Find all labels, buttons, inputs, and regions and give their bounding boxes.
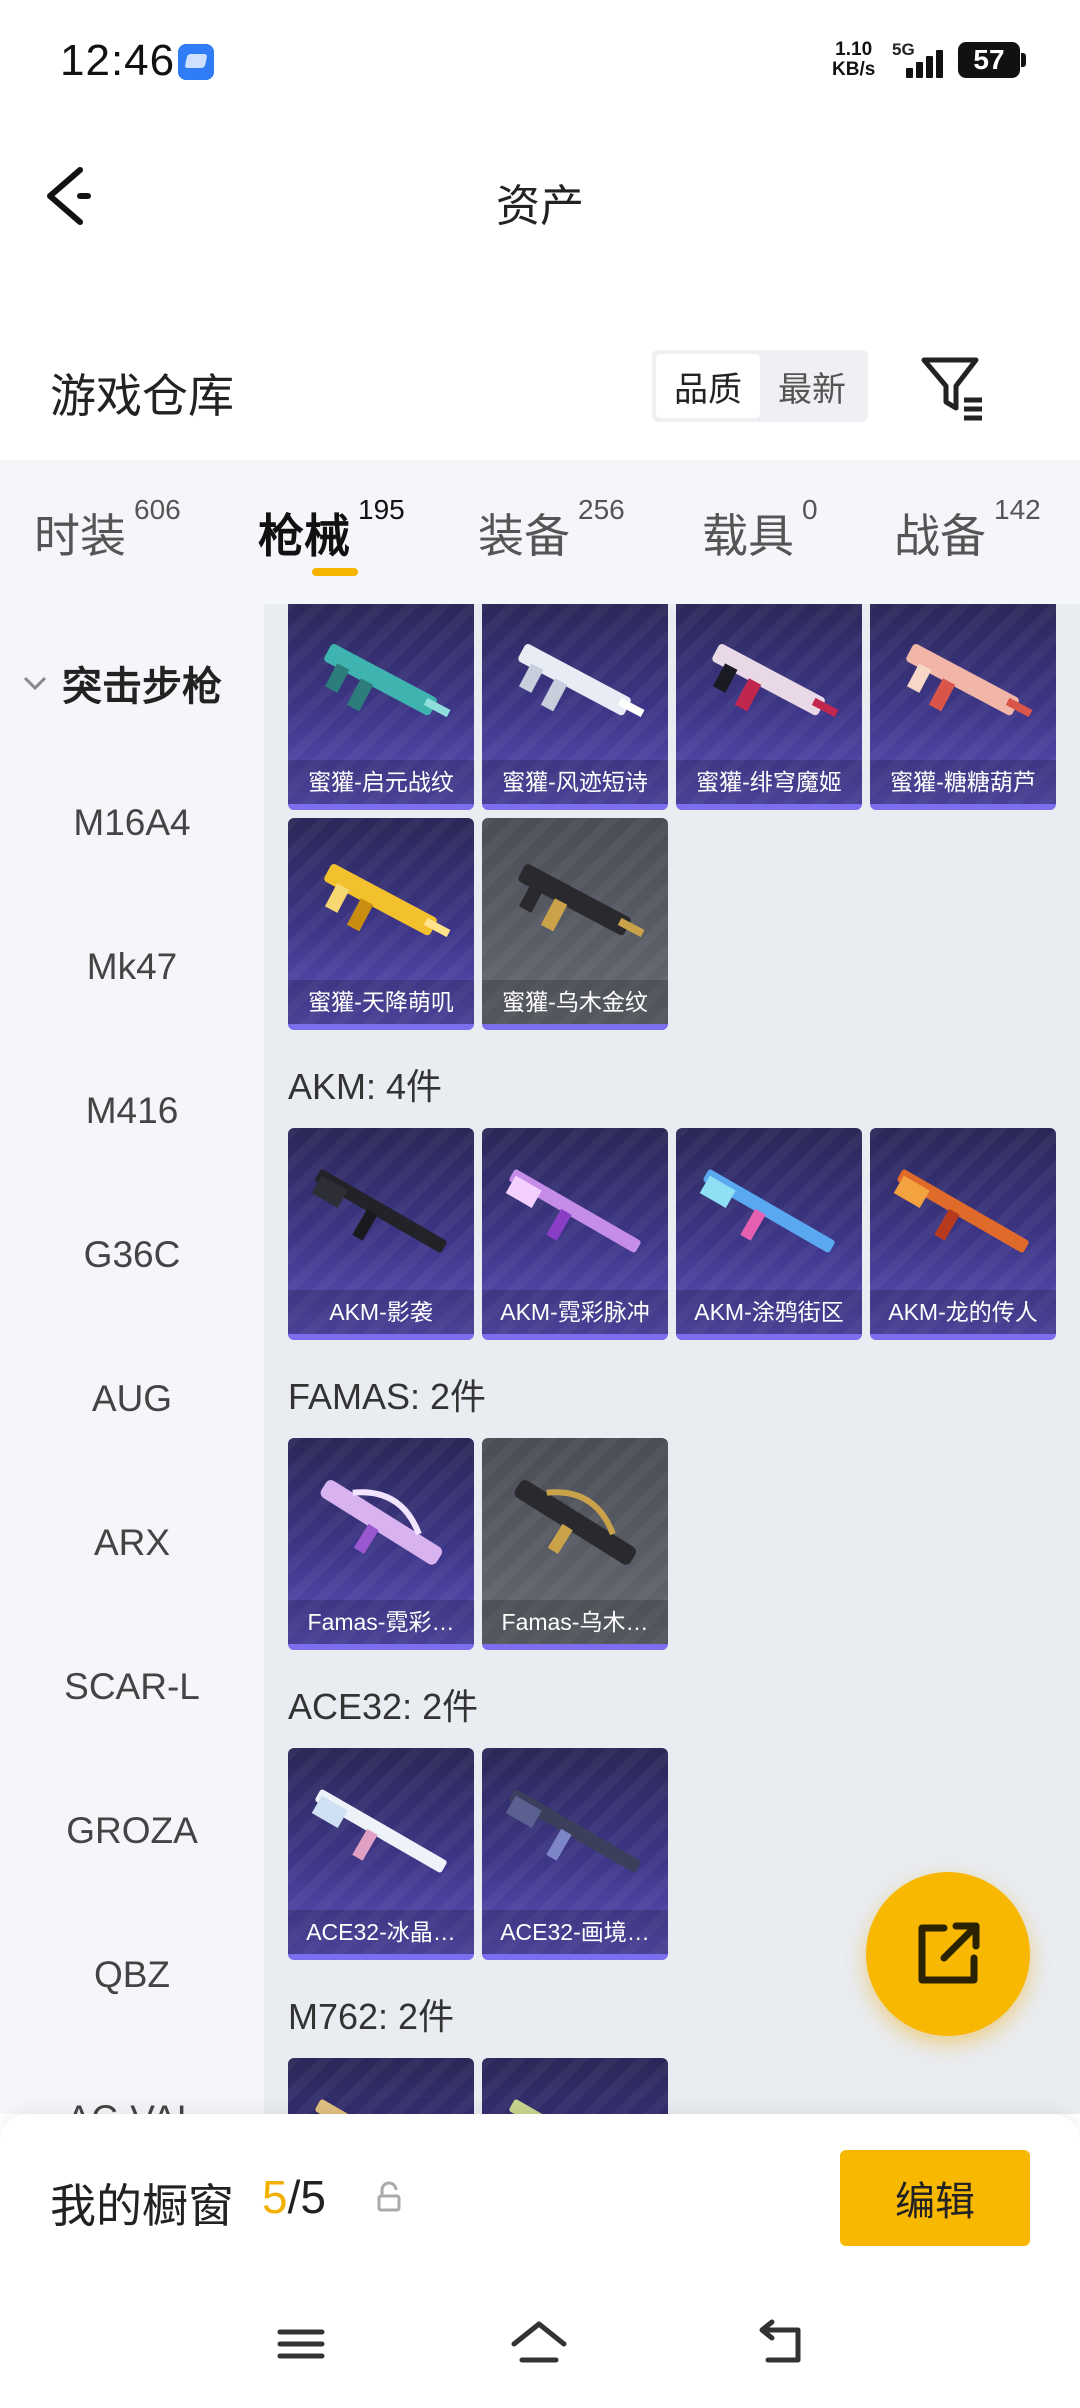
sidebar-item-arx[interactable]: ARX: [0, 1522, 264, 1564]
weapon-card[interactable]: 蜜獾-天降萌叽: [288, 818, 474, 1030]
showcase-bar: 我的橱窗 5/5 编辑: [0, 2114, 1080, 2284]
weapon-card[interactable]: Famas-乌木…: [482, 1438, 668, 1650]
rifle-icon: [514, 1480, 637, 1565]
sidebar-item-ac-val[interactable]: AC-VAL: [0, 2098, 264, 2114]
rifle-icon: [699, 1169, 835, 1253]
rifle-icon: [320, 1480, 443, 1565]
group-label-akm: AKM: 4件: [288, 1066, 443, 1107]
rifle-icon: [315, 2099, 447, 2114]
sort-toggle: 品质 最新: [652, 350, 868, 422]
rifle-icon: [712, 644, 839, 718]
rifle-icon: [509, 2099, 641, 2114]
weapon-card[interactable]: ACE32-冰晶…: [288, 1748, 474, 1960]
sidebar-item-m16a4[interactable]: M16A4: [0, 802, 264, 844]
sidebar-item-g36c[interactable]: G36C: [0, 1234, 264, 1276]
notification-app-icon: [178, 44, 214, 80]
weapon-card[interactable]: 蜜獾-乌木金纹: [482, 818, 668, 1030]
weapon-sidebar: 突击步枪 M16A4 Mk47 M416 G36C AUG ARX SCAR-L…: [0, 604, 264, 2114]
back-icon: [759, 2319, 801, 2363]
weapon-card[interactable]: ACE32-画境…: [482, 1748, 668, 1960]
rifle-icon: [505, 1169, 641, 1253]
weapon-card[interactable]: AKM-龙的传人: [870, 1128, 1056, 1340]
filter-button[interactable]: [918, 352, 988, 422]
home-icon: [511, 2321, 567, 2363]
weapon-card[interactable]: 蜜獾-糖糖葫芦: [870, 604, 1056, 810]
category-tab-bar: 时装606 枪械195 装备256 载具0 战备142: [0, 460, 1080, 604]
weapon-card[interactable]: AKM-霓彩脉冲: [482, 1128, 668, 1340]
rifle-icon: [505, 1789, 641, 1873]
status-bar: 12:46 1.10 KB/s 5G 57: [0, 0, 1080, 120]
sidebar-item-qbz[interactable]: QBZ: [0, 1954, 264, 1996]
weapon-card[interactable]: AKM-影袭: [288, 1128, 474, 1340]
warehouse-title: 游戏仓库: [50, 370, 234, 422]
battery-icon: 57: [958, 42, 1026, 78]
sidebar-item-m416[interactable]: M416: [0, 1090, 264, 1132]
tab-equipment[interactable]: 装备256: [478, 494, 625, 566]
lock-icon: [377, 2181, 401, 2212]
active-tab-indicator: [312, 568, 358, 576]
weapon-card[interactable]: AKM-涂鸦街区: [676, 1128, 862, 1340]
sidebar-item-scar-l[interactable]: SCAR-L: [0, 1666, 264, 1708]
share-icon: [918, 1922, 980, 1984]
sidebar-item-aug[interactable]: AUG: [0, 1378, 264, 1420]
showcase-label: 我的橱窗: [50, 2180, 234, 2232]
menu-icon: [277, 2329, 325, 2359]
edit-button[interactable]: 编辑: [840, 2150, 1030, 2246]
sidebar-item-mk47[interactable]: Mk47: [0, 946, 264, 988]
system-nav-bar: [0, 2284, 1080, 2408]
group-label-famas: FAMAS: 2件: [288, 1376, 487, 1417]
signal-icon: 5G: [892, 40, 946, 80]
status-time: 12:46: [60, 36, 176, 85]
tab-vehicles[interactable]: 载具0: [702, 494, 818, 566]
page-title: 资产: [496, 182, 584, 231]
sidebar-category-assault-rifles[interactable]: 突击步枪: [20, 654, 222, 712]
rifle-icon: [906, 644, 1033, 718]
filter-icon: [921, 357, 982, 421]
nav-back-button[interactable]: [744, 2314, 814, 2374]
rifle-icon: [311, 1169, 447, 1253]
rifle-icon: [893, 1169, 1029, 1253]
network-speed: 1.10 KB/s: [832, 39, 876, 80]
weapon-card[interactable]: [288, 2058, 474, 2114]
tab-gear[interactable]: 战备142: [894, 494, 1041, 566]
group-label-ace32: ACE32: 2件: [288, 1686, 479, 1727]
rifle-icon: [324, 864, 451, 938]
tab-outfits[interactable]: 时装606: [34, 494, 181, 566]
weapon-card[interactable]: 蜜獾-启元战纹: [288, 604, 474, 810]
weapon-card[interactable]: Famas-霓彩…: [288, 1438, 474, 1650]
sidebar-item-groza[interactable]: GROZA: [0, 1810, 264, 1852]
weapon-card[interactable]: 蜜獾-风迹短诗: [482, 604, 668, 810]
rifle-icon: [518, 864, 645, 938]
weapon-card[interactable]: [482, 2058, 668, 2114]
sort-quality-button[interactable]: 品质: [656, 354, 760, 418]
home-button[interactable]: [504, 2314, 574, 2374]
rifle-icon: [518, 644, 645, 718]
rifle-icon: [311, 1789, 447, 1873]
menu-button[interactable]: [266, 2314, 336, 2374]
tab-firearms[interactable]: 枪械195: [258, 494, 405, 566]
group-label-m762: M762: 2件: [288, 1996, 455, 2037]
sort-newest-button[interactable]: 最新: [760, 354, 864, 418]
weapon-card[interactable]: 蜜獾-绯穹魔姬: [676, 604, 862, 810]
rifle-icon: [324, 644, 451, 718]
share-button[interactable]: [866, 1872, 1030, 2036]
chevron-down-icon: [23, 676, 47, 691]
showcase-count: 5/5: [262, 2171, 326, 2223]
